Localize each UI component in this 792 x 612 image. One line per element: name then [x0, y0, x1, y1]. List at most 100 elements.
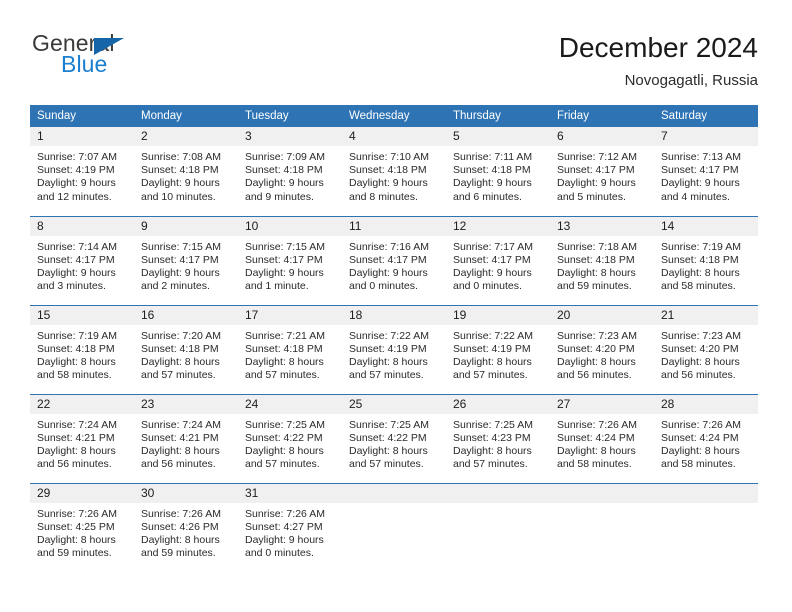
daylight-text-line1: Daylight: 9 hours	[245, 533, 324, 546]
day-cell-15[interactable]: 15 Sunrise: 7:19 AM Sunset: 4:18 PM Dayligh…	[30, 304, 134, 394]
day-details: Sunrise: 7:25 AM Sunset: 4:22 PM Daylight:…	[342, 414, 446, 472]
general-blue-logo[interactable]: General Blue	[32, 30, 232, 86]
sunrise-text: Sunrise: 7:13 AM	[661, 151, 741, 163]
day-number: 16	[134, 305, 238, 325]
day-number: 4	[342, 127, 446, 146]
daylight-text-line1: Daylight: 8 hours	[557, 355, 636, 368]
sunset-text: Sunset: 4:18 PM	[141, 342, 219, 355]
day-cell-19[interactable]: 19 Sunrise: 7:22 AM Sunset: 4:19 PM Dayligh…	[446, 304, 550, 394]
daylight-text-line2: and 59 minutes.	[37, 547, 112, 560]
day-details: Sunrise: 7:23 AM Sunset: 4:20 PM Daylight:…	[550, 325, 654, 383]
day-cell-27[interactable]: 27 Sunrise: 7:26 AM Sunset: 4:24 PM Dayligh…	[550, 393, 654, 483]
day-details: Sunrise: 7:10 AM Sunset: 4:18 PM Daylight:…	[342, 146, 446, 204]
day-number: 14	[654, 216, 758, 236]
sunrise-text: Sunrise: 7:26 AM	[661, 418, 741, 431]
sunset-text: Sunset: 4:20 PM	[661, 342, 739, 355]
day-cell-17[interactable]: 17 Sunrise: 7:21 AM Sunset: 4:18 PM Dayligh…	[238, 304, 342, 394]
daylight-text-line2: and 56 minutes.	[661, 369, 736, 382]
sunset-text: Sunset: 4:17 PM	[245, 253, 323, 266]
day-cell-8[interactable]: 8 Sunrise: 7:14 AM Sunset: 4:17 PM Daylight…	[30, 215, 134, 305]
sunrise-text: Sunrise: 7:15 AM	[141, 240, 221, 253]
day-number	[550, 483, 654, 503]
day-number: 15	[30, 305, 134, 325]
day-cell-26[interactable]: 26 Sunrise: 7:25 AM Sunset: 4:23 PM Dayligh…	[446, 393, 550, 483]
day-cell-30[interactable]: 30 Sunrise: 7:26 AM Sunset: 4:26 PM Dayligh…	[134, 482, 238, 572]
daylight-text-line2: and 9 minutes.	[245, 190, 314, 203]
day-cell-9[interactable]: 9 Sunrise: 7:15 AM Sunset: 4:17 PM Daylight…	[134, 215, 238, 305]
sunset-text: Sunset: 4:17 PM	[557, 164, 635, 177]
daylight-text-line2: and 1 minute.	[245, 280, 309, 293]
day-details	[446, 503, 550, 508]
day-details: Sunrise: 7:20 AM Sunset: 4:18 PM Daylight:…	[134, 325, 238, 383]
day-cell-31[interactable]: 31 Sunrise: 7:26 AM Sunset: 4:27 PM Dayligh…	[238, 482, 342, 572]
day-details: Sunrise: 7:18 AM Sunset: 4:18 PM Daylight:…	[550, 236, 654, 294]
weekday-header-saturday: Saturday	[654, 105, 758, 127]
sunrise-text: Sunrise: 7:09 AM	[245, 151, 325, 163]
day-number: 28	[654, 394, 758, 414]
calendar-header-row: Sunday Monday Tuesday Wednesday Thursday Frid…	[30, 105, 758, 127]
daylight-text-line2: and 8 minutes.	[349, 190, 418, 203]
daylight-text-line2: and 4 minutes.	[661, 190, 730, 203]
day-number: 6	[550, 127, 654, 146]
day-number: 5	[446, 127, 550, 146]
sunrise-text: Sunrise: 7:25 AM	[453, 418, 533, 431]
daylight-text-line2: and 58 minutes.	[37, 369, 112, 382]
day-cell-16[interactable]: 16 Sunrise: 7:20 AM Sunset: 4:18 PM Dayligh…	[134, 304, 238, 394]
day-details	[654, 503, 758, 508]
sunrise-text: Sunrise: 7:23 AM	[661, 329, 741, 342]
day-cell-22[interactable]: 22 Sunrise: 7:24 AM Sunset: 4:21 PM Dayligh…	[30, 393, 134, 483]
day-cell-4[interactable]: 4 Sunrise: 7:10 AM Sunset: 4:18 PM Daylight…	[342, 127, 446, 216]
day-cell-14[interactable]: 14 Sunrise: 7:19 AM Sunset: 4:18 PM Dayligh…	[654, 215, 758, 305]
day-cell-6[interactable]: 6 Sunrise: 7:12 AM Sunset: 4:17 PM Daylight…	[550, 127, 654, 216]
daylight-text-line1: Daylight: 8 hours	[349, 355, 428, 368]
day-cell-13[interactable]: 13 Sunrise: 7:18 AM Sunset: 4:18 PM Dayligh…	[550, 215, 654, 305]
day-details: Sunrise: 7:26 AM Sunset: 4:26 PM Daylight:…	[134, 503, 238, 561]
daylight-text-line1: Daylight: 9 hours	[453, 177, 532, 190]
sunset-text: Sunset: 4:22 PM	[245, 431, 323, 444]
day-cell-20[interactable]: 20 Sunrise: 7:23 AM Sunset: 4:20 PM Dayligh…	[550, 304, 654, 394]
day-number	[446, 483, 550, 503]
daylight-text-line1: Daylight: 8 hours	[661, 444, 740, 457]
daylight-text-line1: Daylight: 9 hours	[141, 266, 220, 279]
day-details: Sunrise: 7:17 AM Sunset: 4:17 PM Daylight:…	[446, 236, 550, 294]
daylight-text-line1: Daylight: 8 hours	[141, 533, 220, 546]
sunrise-text: Sunrise: 7:14 AM	[37, 240, 117, 253]
day-cell-24[interactable]: 24 Sunrise: 7:25 AM Sunset: 4:22 PM Dayligh…	[238, 393, 342, 483]
day-details: Sunrise: 7:13 AM Sunset: 4:17 PM Daylight:…	[654, 146, 758, 204]
day-cell-1[interactable]: 1 Sunrise: 7:07 AM Sunset: 4:19 PM Daylight…	[30, 127, 134, 216]
day-cell-5[interactable]: 5 Sunrise: 7:11 AM Sunset: 4:18 PM Daylight…	[446, 127, 550, 216]
day-cell-11[interactable]: 11 Sunrise: 7:16 AM Sunset: 4:17 PM Dayligh…	[342, 215, 446, 305]
sunset-text: Sunset: 4:25 PM	[37, 520, 115, 533]
day-details: Sunrise: 7:19 AM Sunset: 4:18 PM Daylight:…	[654, 236, 758, 294]
day-cell-23[interactable]: 23 Sunrise: 7:24 AM Sunset: 4:21 PM Dayligh…	[134, 393, 238, 483]
day-details: Sunrise: 7:22 AM Sunset: 4:19 PM Daylight:…	[342, 325, 446, 383]
day-cell-25[interactable]: 25 Sunrise: 7:25 AM Sunset: 4:22 PM Dayligh…	[342, 393, 446, 483]
day-cell-10[interactable]: 10 Sunrise: 7:15 AM Sunset: 4:17 PM Dayligh…	[238, 215, 342, 305]
daylight-text-line1: Daylight: 9 hours	[349, 266, 428, 279]
calendar-table: Sunday Monday Tuesday Wednesday Thursday Frid…	[30, 105, 758, 572]
daylight-text-line2: and 0 minutes.	[349, 280, 418, 293]
day-cell-28[interactable]: 28 Sunrise: 7:26 AM Sunset: 4:24 PM Dayligh…	[654, 393, 758, 483]
daylight-text-line1: Daylight: 8 hours	[245, 444, 324, 457]
day-cell-3[interactable]: 3 Sunrise: 7:09 AM Sunset: 4:18 PM Daylight…	[238, 127, 342, 216]
sunset-text: Sunset: 4:18 PM	[37, 342, 115, 355]
day-cell-12[interactable]: 12 Sunrise: 7:17 AM Sunset: 4:17 PM Dayligh…	[446, 215, 550, 305]
weekday-header-thursday: Thursday	[446, 105, 550, 127]
day-cell-21[interactable]: 21 Sunrise: 7:23 AM Sunset: 4:20 PM Dayligh…	[654, 304, 758, 394]
daylight-text-line1: Daylight: 8 hours	[141, 444, 220, 457]
day-cell-29[interactable]: 29 Sunrise: 7:26 AM Sunset: 4:25 PM Dayligh…	[30, 482, 134, 572]
day-number: 1	[30, 127, 134, 146]
day-details: Sunrise: 7:25 AM Sunset: 4:23 PM Daylight:…	[446, 414, 550, 472]
sunset-text: Sunset: 4:27 PM	[245, 520, 323, 533]
day-cell-7[interactable]: 7 Sunrise: 7:13 AM Sunset: 4:17 PM Daylight…	[654, 127, 758, 216]
weekday-header-friday: Friday	[550, 105, 654, 127]
day-cell-empty	[446, 482, 550, 572]
day-number: 18	[342, 305, 446, 325]
day-details: Sunrise: 7:12 AM Sunset: 4:17 PM Daylight:…	[550, 146, 654, 204]
calendar-body: 1 Sunrise: 7:07 AM Sunset: 4:19 PM Daylight…	[30, 127, 758, 572]
day-cell-2[interactable]: 2 Sunrise: 7:08 AM Sunset: 4:18 PM Daylight…	[134, 127, 238, 216]
daylight-text-line2: and 5 minutes.	[557, 190, 626, 203]
day-cell-18[interactable]: 18 Sunrise: 7:22 AM Sunset: 4:19 PM Dayligh…	[342, 304, 446, 394]
logo-text-blue: Blue	[61, 51, 108, 77]
day-details: Sunrise: 7:15 AM Sunset: 4:17 PM Daylight:…	[238, 236, 342, 294]
